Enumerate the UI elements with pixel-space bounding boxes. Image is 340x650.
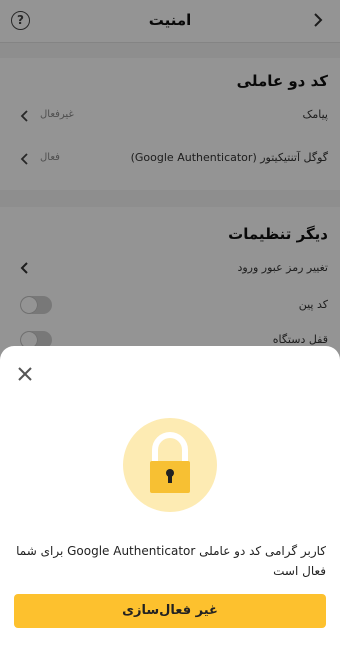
bottom-sheet: کاربر گرامی کد دو عاملی Google Authentic… bbox=[0, 346, 340, 650]
deactivate-button[interactable]: غیر فعال‌سازی bbox=[14, 594, 326, 628]
lock-icon bbox=[150, 432, 190, 493]
lock-illustration bbox=[123, 418, 217, 512]
close-icon[interactable] bbox=[16, 365, 34, 383]
sheet-message: کاربر گرامی کد دو عاملی Google Authentic… bbox=[16, 544, 326, 578]
